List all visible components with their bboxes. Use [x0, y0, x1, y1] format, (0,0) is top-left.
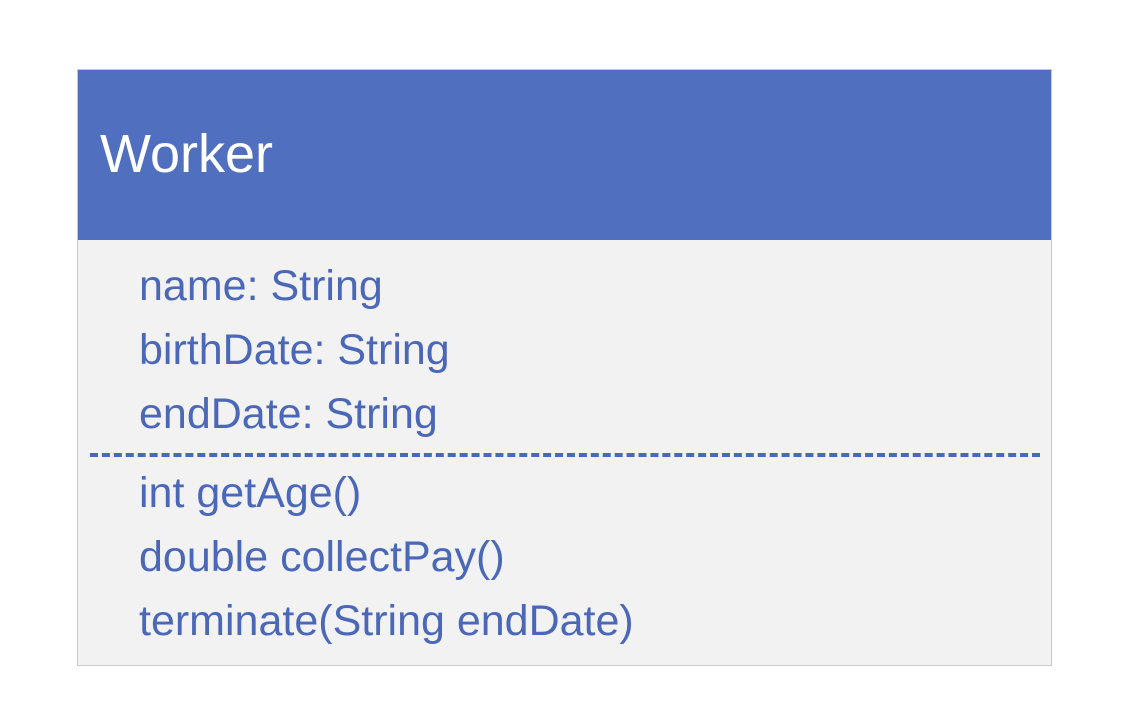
attributes-operations-divider	[90, 453, 1040, 457]
attribute-name: name: String	[139, 262, 383, 310]
operation-collect-pay: double collectPay()	[139, 533, 505, 581]
uml-class-box: Worker name: String birthDate: String en…	[77, 69, 1052, 666]
operation-get-age: int getAge()	[139, 469, 362, 517]
class-header: Worker	[78, 70, 1051, 240]
attribute-birth-date: birthDate: String	[139, 326, 450, 374]
attribute-end-date: endDate: String	[139, 390, 438, 438]
class-name: Worker	[100, 124, 274, 184]
operation-terminate: terminate(String endDate)	[139, 597, 634, 645]
